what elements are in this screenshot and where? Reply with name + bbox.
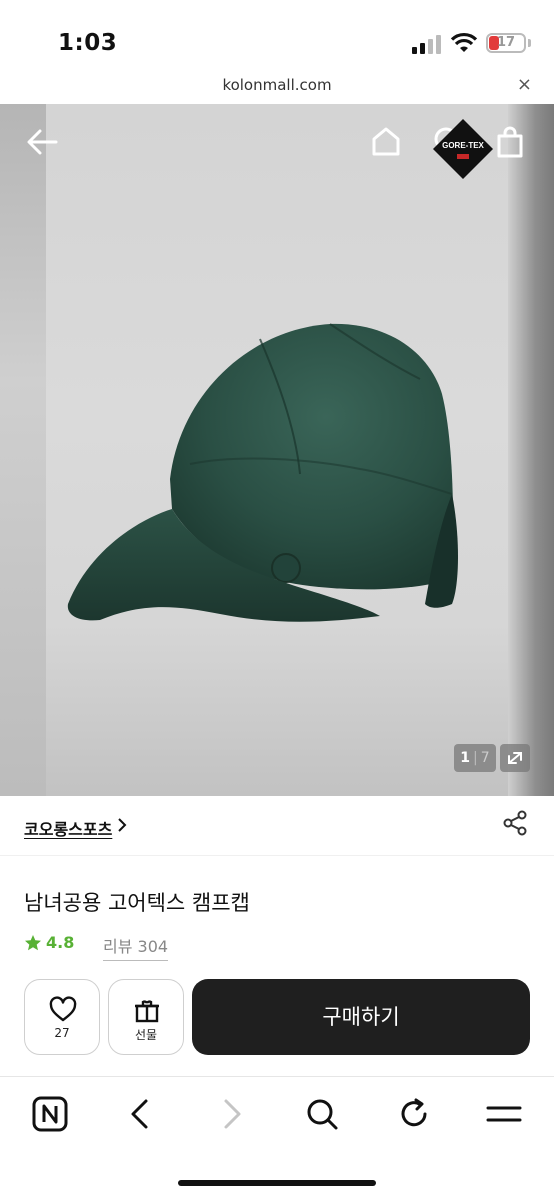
image-counter-current: 1 [460, 750, 471, 766]
gift-label: 선물 [134, 1028, 158, 1042]
star-icon [25, 935, 41, 951]
rating-value: 4.8 [46, 933, 75, 952]
gore-tex-badge-text: GORE-TEX [442, 141, 484, 150]
search-icon[interactable] [304, 1096, 340, 1132]
battery-icon: 17 [486, 33, 526, 53]
battery-percent: 17 [496, 35, 516, 50]
browser-url-bar[interactable]: kolonmall.com × [0, 72, 554, 104]
home-icon[interactable] [366, 122, 406, 162]
back-arrow-icon[interactable] [22, 122, 62, 162]
buy-button[interactable]: 구매하기 [192, 979, 530, 1055]
prev-image-edge [0, 104, 46, 796]
toolbar-divider [0, 1076, 554, 1077]
back-icon[interactable] [122, 1096, 158, 1132]
image-counter: 1 | 7 [454, 744, 496, 772]
heart-icon [49, 996, 77, 1022]
rating-row: 4.8 리뷰 304 [24, 932, 324, 961]
close-icon[interactable]: × [517, 74, 532, 95]
brand-row: 코오롱스포츠 [0, 796, 554, 856]
shopping-bag-icon[interactable] [490, 122, 530, 162]
gore-tex-badge-icon: GORE-TEX [433, 119, 493, 179]
menu-icon[interactable] [486, 1096, 522, 1132]
gift-button[interactable]: 선물 [108, 979, 184, 1055]
share-icon[interactable] [502, 810, 528, 836]
chevron-right-icon[interactable] [116, 818, 128, 832]
status-time: 1:03 [58, 30, 118, 56]
battery-tip [528, 39, 531, 47]
like-button[interactable]: 27 [24, 979, 100, 1055]
image-counter-total: 7 [480, 750, 490, 766]
expand-image-button[interactable] [500, 744, 530, 772]
cellular-signal-icon [412, 35, 441, 54]
refresh-icon[interactable] [396, 1096, 432, 1132]
expand-icon [508, 752, 522, 764]
product-image-carousel[interactable]: GORE-TEX 1 | 7 [0, 104, 554, 796]
image-counter-separator: | [473, 750, 478, 766]
naver-n-icon[interactable] [32, 1096, 68, 1132]
status-bar: 1:03 17 [0, 0, 554, 72]
gift-icon [135, 1000, 159, 1023]
next-image-edge [508, 104, 554, 796]
home-indicator[interactable] [178, 1180, 376, 1186]
forward-icon [224, 1099, 241, 1129]
cap-image [67, 323, 458, 622]
wifi-icon [450, 32, 478, 52]
product-title: 남녀공용 고어텍스 캠프캡 [24, 891, 250, 915]
like-count: 27 [54, 1026, 70, 1040]
brand-link[interactable]: 코오롱스포츠 [24, 816, 112, 840]
url-text[interactable]: kolonmall.com [0, 76, 554, 94]
review-link[interactable]: 리뷰 304 [103, 933, 169, 961]
